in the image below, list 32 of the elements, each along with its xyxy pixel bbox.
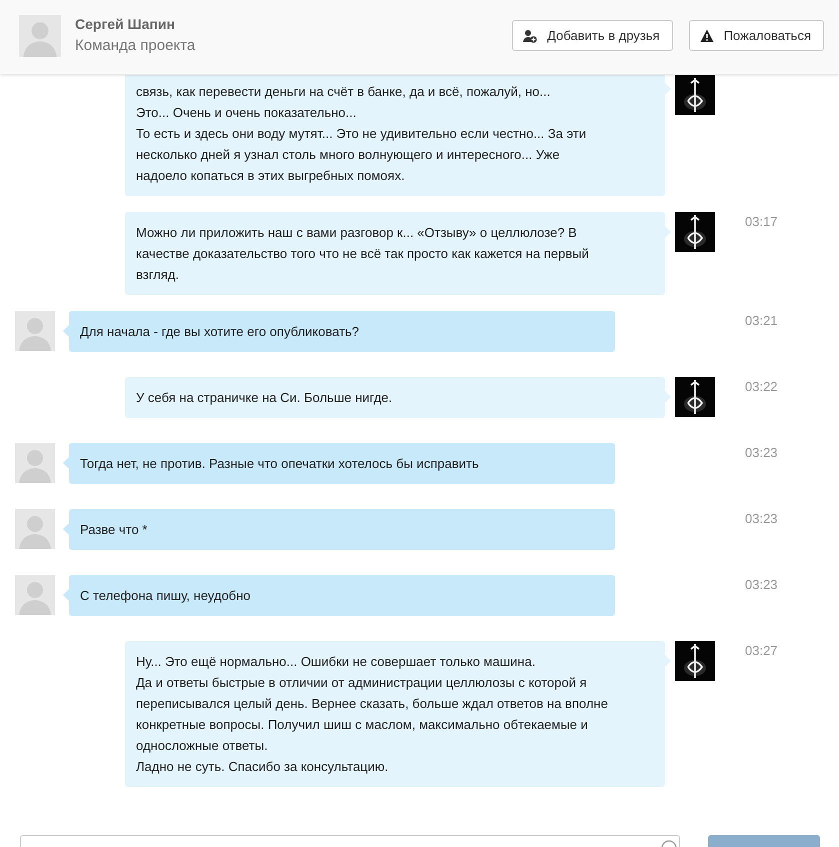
message-time: 03:23 xyxy=(745,511,778,526)
message-bubble: Разве что * xyxy=(69,509,615,550)
message-bubble: Можно ли приложить наш с вами разговор к... «Отзыву» о целлюлозе? В качестве доказательство того что не всё так просто как кажется на первый взгляд. xyxy=(125,212,665,295)
message-bubble: Тогда нет, не против. Разные что опечатки хотелось бы исправить xyxy=(69,443,615,484)
bubble-tail xyxy=(63,457,69,469)
add-person-icon xyxy=(523,28,538,42)
glowing-symbol-avatar xyxy=(675,641,715,681)
bubble-tail xyxy=(63,589,69,601)
add-friend-button[interactable]: Добавить в друзья xyxy=(512,20,673,51)
message-bubble: У себя на страничке на Си. Больше нигде. xyxy=(125,377,665,418)
message-time: 03:23 xyxy=(745,577,778,592)
message-bubble: связь, как перевести деньги на счёт в банке, да и всё, пожалуй, но... Это... Очень и очень показательно... То есть и здесь они воду мутят... Это не удивительно если честно... За эти несколько дней я узнал столь много волнующего и интересного... Уже надоело копаться в этих выгребных помоях. xyxy=(125,75,665,196)
user-avatar xyxy=(15,509,55,549)
user-avatar xyxy=(15,443,55,483)
message-time: 03:27 xyxy=(745,643,778,658)
message-bubble: Для начала - где вы хотите его опубликовать? xyxy=(69,311,615,352)
message-time: 03:23 xyxy=(745,445,778,460)
bubble-tail xyxy=(63,523,69,535)
message-bubble: С телефона пишу, неудобно xyxy=(69,575,615,616)
message-time: 03:22 xyxy=(745,379,778,394)
glowing-symbol-avatar xyxy=(675,377,715,417)
user-avatar xyxy=(15,575,55,615)
report-button[interactable]: Пожаловаться xyxy=(688,20,824,51)
contact-role: Команда проекта xyxy=(75,37,196,54)
glowing-symbol-avatar xyxy=(675,212,715,252)
bubble-tail xyxy=(63,325,69,337)
message-time: 03:17 xyxy=(745,214,778,229)
message-time: 03:21 xyxy=(745,313,778,328)
warning-icon xyxy=(700,28,714,42)
contact-name: Сергей Шапин xyxy=(75,15,176,33)
user-avatar xyxy=(15,311,55,351)
message-bubble: Ну... Это ещё нормально... Ошибки не совершает только машина. Да и ответы быстрые в отличии от администрации целлюлозы с которой я переписывался целый день. Вернее сказать, больше ждал ответов на вполне конкретные вопросы. Получил шиш с маслом, максимально обтекаемые и односложные ответы. Ладно не суть. Спасибо за консультацию. xyxy=(125,641,665,787)
